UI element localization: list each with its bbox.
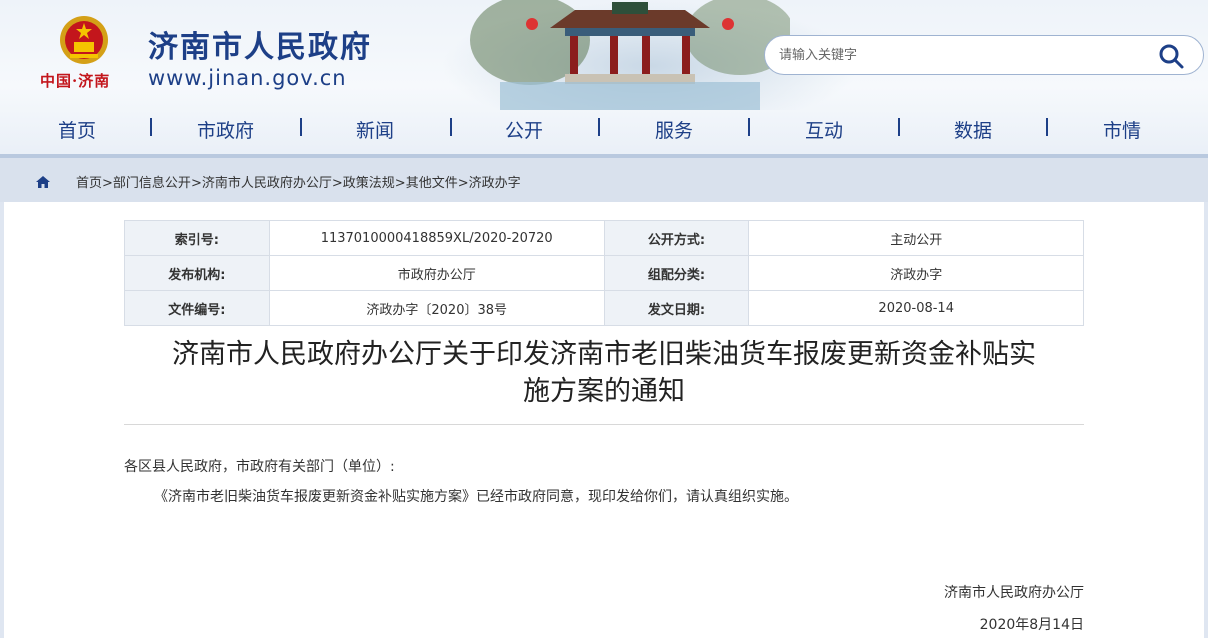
search-icon[interactable] — [1157, 42, 1185, 70]
china-jinan-seal-logo: 中国·济南 — [40, 72, 111, 90]
breadcrumb-item-home[interactable]: 首页 — [76, 176, 102, 191]
nav-item-data[interactable]: 数据 — [954, 116, 992, 143]
document-meta-table: 索引号: 1137010000418859XL/2020-20720 公开方式:… — [124, 220, 1084, 326]
signature-organization: 济南市人民政府办公厅 — [944, 585, 1084, 601]
meta-value-issue-date: 2020-08-14 — [748, 290, 1084, 326]
nav-separator — [450, 118, 452, 136]
nav-item-public[interactable]: 公开 — [505, 116, 543, 143]
article-content: 索引号: 1137010000418859XL/2020-20720 公开方式:… — [4, 202, 1204, 638]
nav-item-interaction[interactable]: 互动 — [805, 116, 843, 143]
meta-value-disclosure: 主动公开 — [748, 220, 1084, 256]
table-row: 索引号: 1137010000418859XL/2020-20720 公开方式:… — [124, 220, 1084, 256]
search-box — [764, 35, 1204, 75]
national-emblem-icon — [60, 16, 108, 64]
breadcrumb-separator: > — [102, 176, 113, 191]
site-header: 中国·济南 济南市人民政府 www.jinan.gov.cn 首页 市政府 新闻… — [0, 0, 1208, 158]
main-nav: 首页 市政府 新闻 公开 服务 互动 数据 市情 — [0, 108, 1208, 148]
document-title-line: 施方案的通知 — [523, 376, 685, 407]
meta-key-category: 组配分类: — [603, 255, 750, 291]
table-row: 发布机构: 市政府办公厅 组配分类: 济政办字 — [124, 255, 1084, 291]
document-body: 《济南市老旧柴油货车报废更新资金补贴实施方案》已经市政府同意，现印发给你们，请认… — [154, 489, 798, 505]
breadcrumb-trail: 首页>部门信息公开>济南市人民政府办公厅>政策法规>其他文件>济政办字 — [76, 172, 521, 191]
nav-separator — [150, 118, 152, 136]
meta-key-publisher: 发布机构: — [124, 255, 270, 291]
document-title: 济南市人民政府办公厅关于印发济南市老旧柴油货车报废更新资金补贴实 施方案的通知 — [114, 336, 1094, 410]
nav-separator — [748, 118, 750, 136]
breadcrumb-separator: > — [331, 176, 343, 191]
breadcrumb-item-doc-type[interactable]: 济政办字 — [469, 176, 521, 191]
breadcrumb-item-policy[interactable]: 政策法规 — [343, 176, 395, 191]
nav-item-home[interactable]: 首页 — [58, 116, 96, 143]
pavilion-banner-image — [470, 0, 790, 110]
breadcrumb-separator: > — [190, 176, 202, 191]
nav-item-services[interactable]: 服务 — [655, 116, 693, 143]
nav-item-news[interactable]: 新闻 — [356, 116, 394, 143]
breadcrumb-separator: > — [457, 176, 469, 191]
meta-value-doc-number: 济政办字〔2020〕38号 — [268, 290, 605, 326]
document-salutation: 各区县人民政府，市政府有关部门（单位）: — [124, 459, 395, 475]
site-url: www.jinan.gov.cn — [148, 66, 347, 90]
nav-separator — [300, 118, 302, 136]
home-icon[interactable] — [36, 176, 50, 188]
nav-item-city-info[interactable]: 市情 — [1103, 116, 1141, 143]
meta-value-category: 济政办字 — [748, 255, 1084, 291]
search-input[interactable] — [779, 44, 1139, 66]
nav-item-city-government[interactable]: 市政府 — [197, 116, 254, 143]
signature-date: 2020年8月14日 — [979, 617, 1084, 633]
meta-key-index: 索引号: — [124, 220, 270, 256]
breadcrumb-separator: > — [394, 176, 406, 191]
site-title[interactable]: 济南市人民政府 — [148, 22, 372, 66]
table-row: 文件编号: 济政办字〔2020〕38号 发文日期: 2020-08-14 — [124, 290, 1084, 326]
breadcrumb-item-general-office[interactable]: 济南市人民政府办公厅 — [202, 176, 332, 191]
breadcrumb: 首页>部门信息公开>济南市人民政府办公厅>政策法规>其他文件>济政办字 — [4, 162, 1204, 198]
document-title-line: 济南市人民政府办公厅关于印发济南市老旧柴油货车报废更新资金补贴实 — [172, 339, 1036, 370]
meta-key-doc-number: 文件编号: — [124, 290, 270, 326]
breadcrumb-bar: 首页>部门信息公开>济南市人民政府办公厅>政策法规>其他文件>济政办字 — [0, 158, 1208, 202]
nav-separator — [598, 118, 600, 136]
title-divider — [124, 424, 1084, 425]
nav-separator — [898, 118, 900, 136]
meta-value-publisher: 市政府办公厅 — [268, 255, 605, 291]
meta-key-issue-date: 发文日期: — [603, 290, 750, 326]
meta-key-disclosure: 公开方式: — [603, 220, 750, 256]
breadcrumb-item-other-docs[interactable]: 其他文件 — [406, 176, 458, 191]
nav-separator — [1046, 118, 1048, 136]
meta-value-index: 1137010000418859XL/2020-20720 — [268, 220, 605, 256]
breadcrumb-item-dept-info[interactable]: 部门信息公开 — [113, 176, 191, 191]
